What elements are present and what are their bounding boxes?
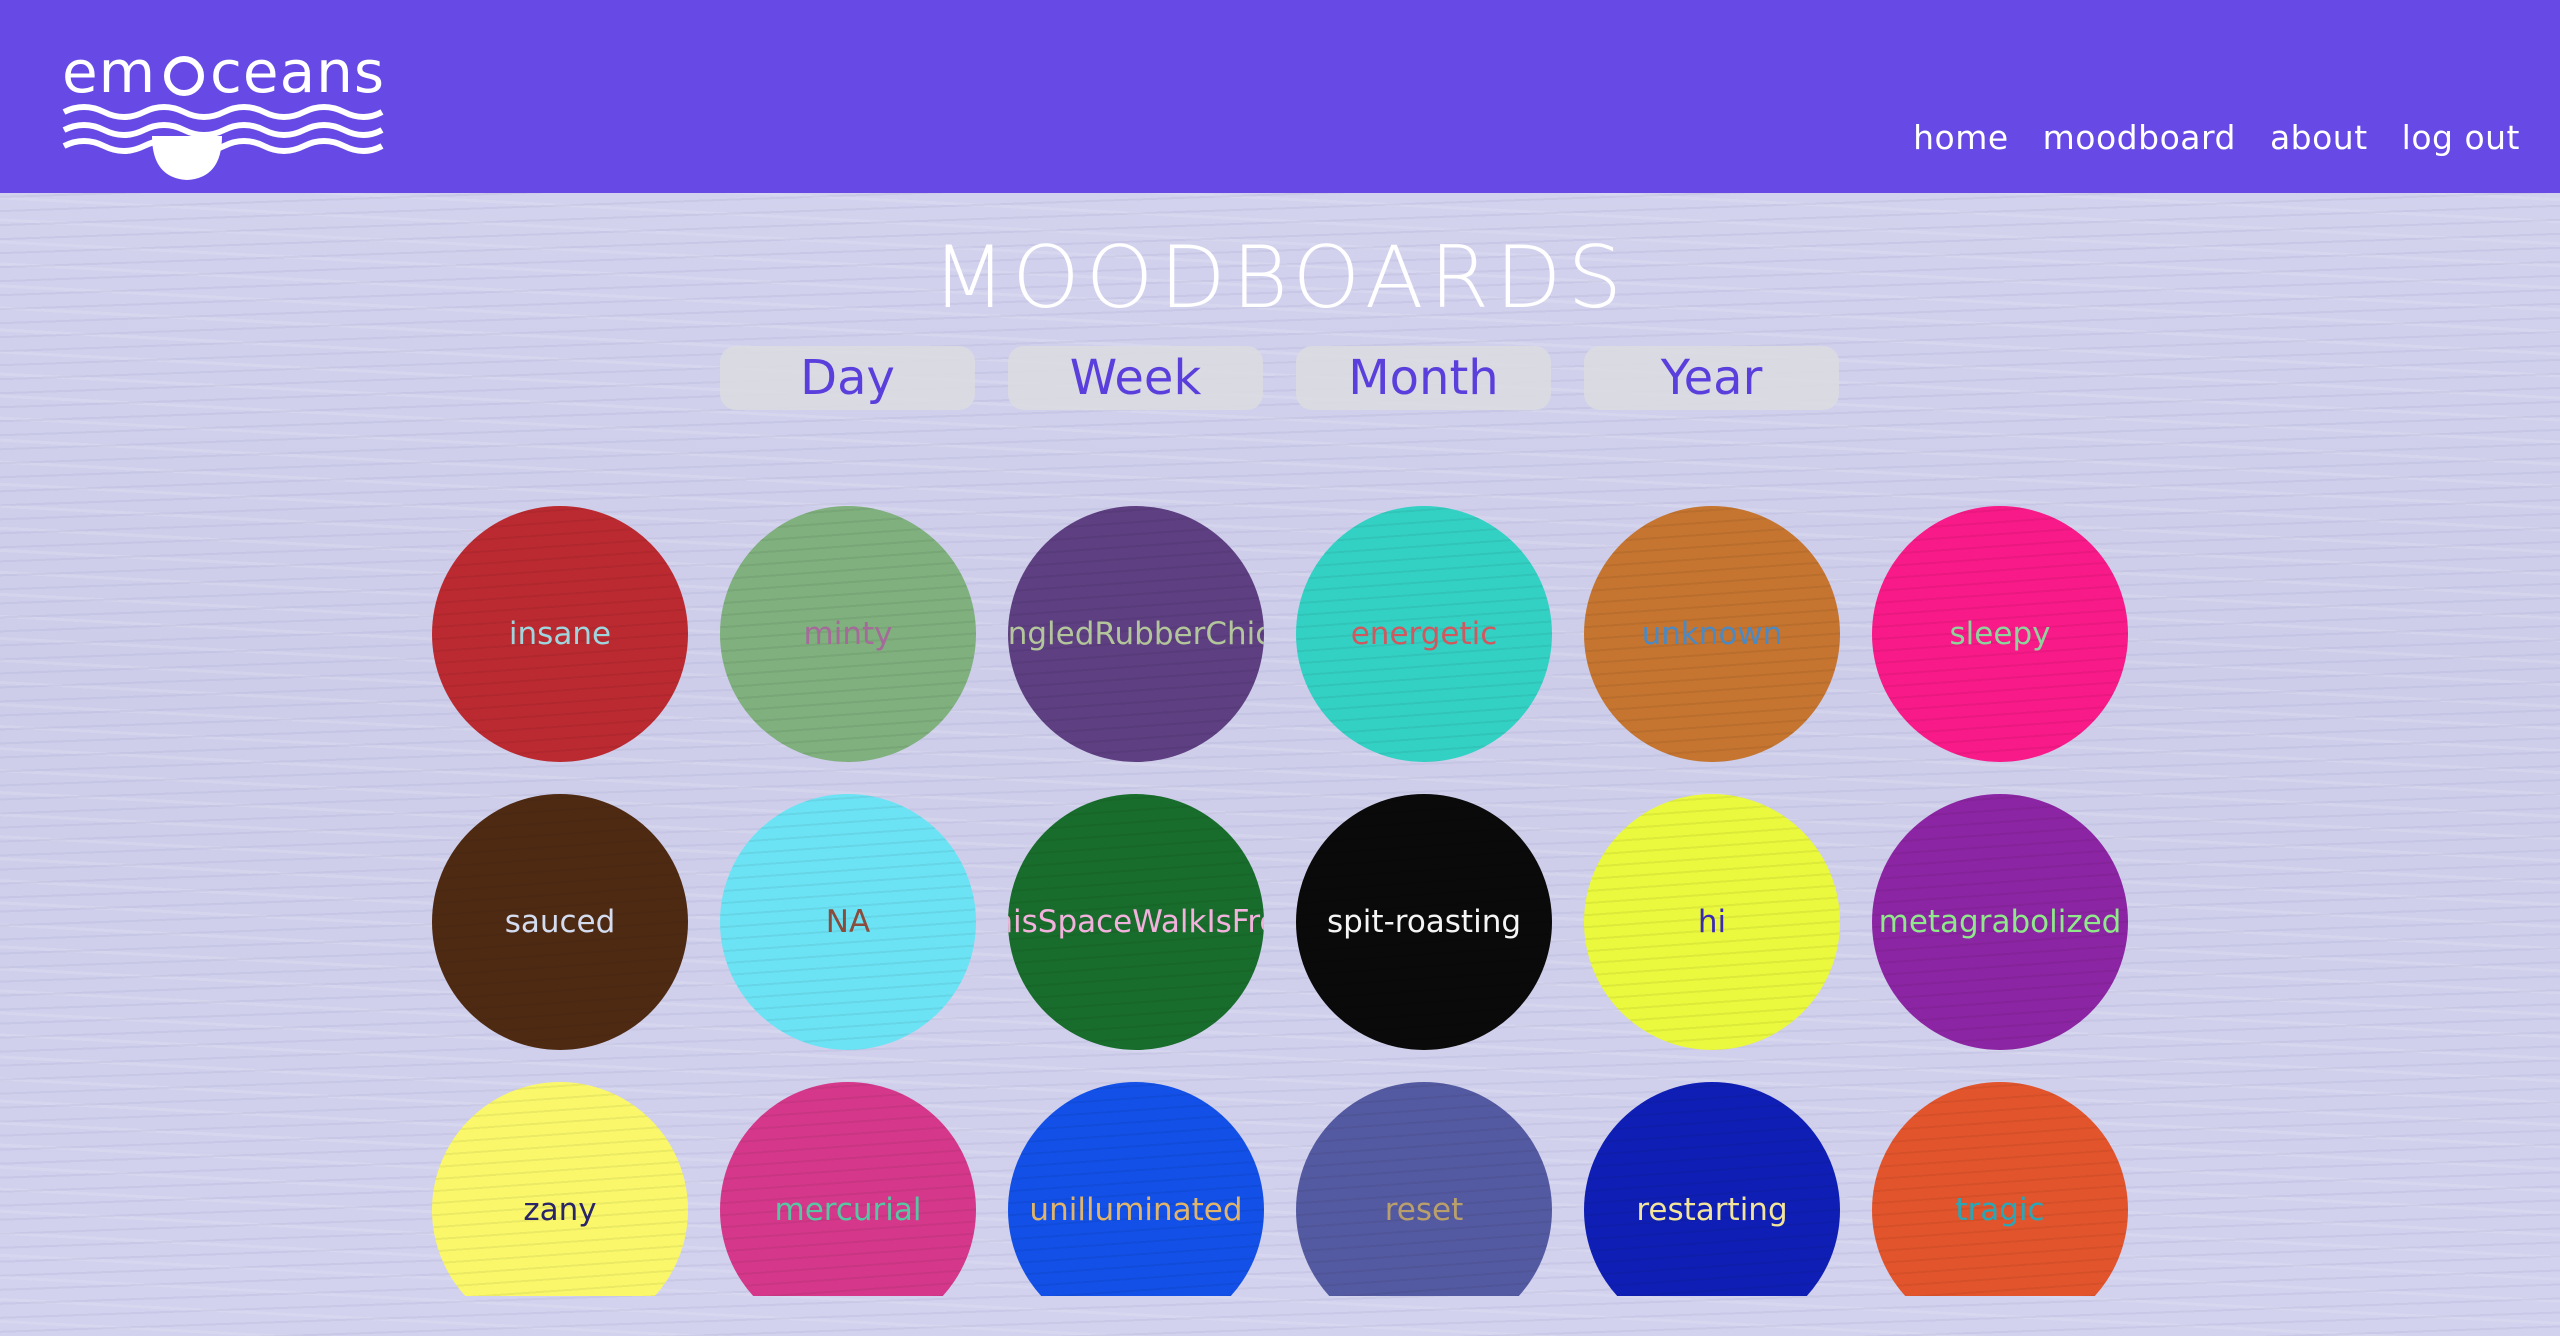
page-title: MOODBOARDS (931, 228, 1629, 328)
mood-label: sauced (504, 904, 616, 940)
mood-label: minty (803, 616, 893, 652)
mood-circle[interactable]: StrangledRubberChicken (1008, 506, 1264, 762)
mood-circle[interactable]: restarting (1584, 1082, 1840, 1296)
logo-wave-2 (62, 122, 384, 138)
nav-about-link[interactable]: about (2270, 118, 2368, 157)
mood-circle[interactable]: mercurial (720, 1082, 976, 1296)
mood-label: hi (1697, 904, 1727, 940)
mood-label: spit-roasting (1326, 904, 1522, 940)
mood-circle[interactable]: hi (1584, 794, 1840, 1050)
mood-label: unknown (1641, 616, 1783, 652)
period-day-button[interactable]: Day (720, 346, 975, 410)
mood-label: reset (1384, 1192, 1464, 1228)
moodboard-grid-viewport[interactable]: insane minty StrangledRubberChicken energet… (432, 506, 2132, 1296)
mood-label: NA (825, 904, 871, 940)
mood-circle[interactable]: metagrabolized (1872, 794, 2128, 1050)
mood-circle[interactable]: unilluminated (1008, 1082, 1264, 1296)
mood-label: restarting (1636, 1192, 1788, 1228)
mood-circle[interactable]: sleepy (1872, 506, 2128, 762)
mood-circle[interactable]: tragic (1872, 1082, 2128, 1296)
mood-label: mercurial (774, 1192, 922, 1228)
logo-sun-half-icon (152, 136, 222, 180)
mood-label: tragic (1955, 1192, 2045, 1228)
period-week-button[interactable]: Week (1008, 346, 1263, 410)
logo-wave-1 (62, 104, 384, 120)
logo-wordmark-ceans: ceans (210, 40, 385, 106)
mood-circle[interactable]: spit-roasting (1296, 794, 1552, 1050)
period-selector: Day Week Month Year (720, 346, 1839, 410)
top-nav-bar: em ceans home moodboard about log out (0, 0, 2560, 193)
mood-circle[interactable]: insane (432, 506, 688, 762)
logo-wave-3 (62, 138, 384, 154)
mood-circle[interactable]: sauced (432, 794, 688, 1050)
mood-circle[interactable]: minty (720, 506, 976, 762)
nav-home-link[interactable]: home (1913, 118, 2009, 157)
nav-moodboard-link[interactable]: moodboard (2043, 118, 2236, 157)
mood-label: sleepy (1949, 616, 2051, 652)
mood-label: insane (508, 616, 612, 652)
mood-circle[interactable]: ThisSpaceWalkIsFree (1008, 794, 1264, 1050)
mood-label: ThisSpaceWalkIsFree (1008, 904, 1264, 940)
mood-circle[interactable]: unknown (1584, 506, 1840, 762)
mood-circle[interactable]: zany (432, 1082, 688, 1296)
logo-wordmark-em: em (62, 40, 156, 106)
mood-label: energetic (1350, 616, 1498, 652)
mood-circle[interactable]: reset (1296, 1082, 1552, 1296)
moodboard-grid: insane minty StrangledRubberChicken energet… (432, 506, 2132, 1296)
mood-label: unilluminated (1029, 1192, 1243, 1228)
mood-label: metagrabolized (1878, 904, 2122, 940)
logo-o-ring (164, 56, 204, 96)
mood-circle[interactable]: energetic (1296, 506, 1552, 762)
period-year-button[interactable]: Year (1584, 346, 1839, 410)
main-nav: home moodboard about log out (1913, 118, 2520, 157)
period-month-button[interactable]: Month (1296, 346, 1551, 410)
mood-circle[interactable]: NA (720, 794, 976, 1050)
nav-logout-link[interactable]: log out (2402, 118, 2520, 157)
mood-label: StrangledRubberChicken (1008, 616, 1264, 652)
emoceans-logo[interactable]: em ceans (62, 38, 392, 190)
mood-label: zany (523, 1192, 597, 1228)
